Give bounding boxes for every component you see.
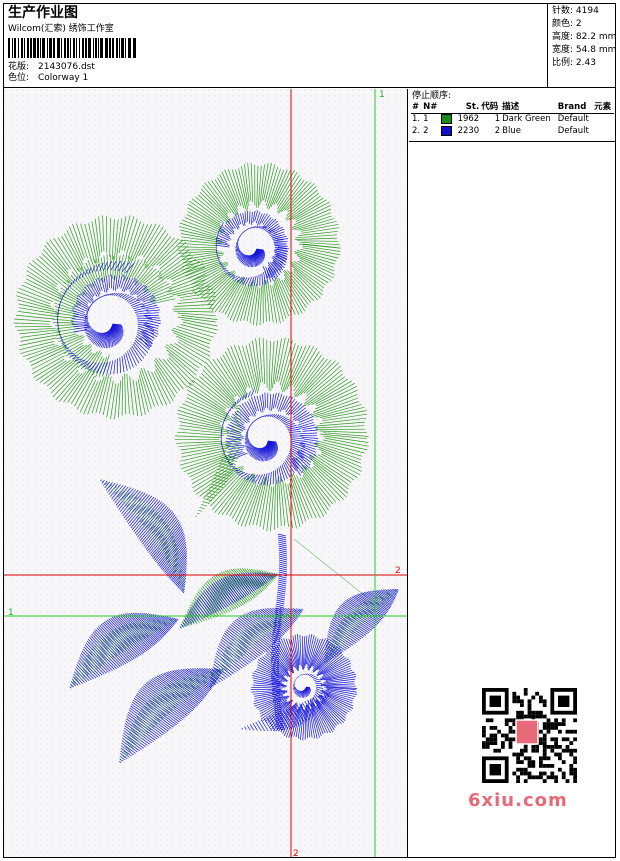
color-swatch <box>440 125 452 136</box>
col-header: N# <box>422 102 440 114</box>
row-swatch-cell <box>440 125 454 138</box>
stat-stitches-value: 4194 <box>575 6 599 16</box>
colorway-label: 色位: <box>8 73 30 83</box>
col-header <box>439 102 455 114</box>
stat-width-value: 54.8 mm <box>575 45 617 55</box>
row-stitches: 1962 <box>457 114 480 125</box>
stat-height-label: 高度: <box>552 32 574 42</box>
row-index: 2. <box>412 125 421 136</box>
design-line: 花版: 2143076.dst <box>8 62 140 73</box>
stat-colors: 颜色: 2 <box>552 18 616 31</box>
stat-colors-value: 2 <box>575 19 582 29</box>
qr-code <box>478 684 578 784</box>
color-swatch <box>440 114 452 124</box>
table-row: 1. 1 1962 1 Dark Green Default <box>411 114 614 126</box>
stat-stitches-label: 针数: <box>552 6 574 16</box>
design-canvas: 1 1 2 2 <box>4 89 408 857</box>
colorway-value: Colorway 1 <box>38 73 89 83</box>
row-brand: Default <box>557 125 589 136</box>
stat-height: 高度: 82.2 mm <box>552 31 616 44</box>
header-info: 生产作业图 Wilcom(汇索) 绣饰工作室 花版: 2143076.dst 色位… <box>8 5 140 84</box>
studio-name: Wilcom(汇索) 绣饰工作室 <box>8 24 114 34</box>
colorway-line: 色位: Colorway 1 <box>8 73 140 84</box>
row-code: 2 <box>494 125 501 136</box>
row-index: 1. <box>412 114 421 125</box>
stop-sequence-title: 停止顺序: <box>412 91 452 101</box>
row-brand: Default <box>557 114 589 125</box>
row-stitches: 2230 <box>457 125 480 136</box>
stop-sequence-panel: 停止顺序: # N# St. 代码 描述 Brand 元素 1. 1 1962 … <box>409 89 615 142</box>
row-swatch-cell <box>440 114 454 126</box>
row-description: Blue <box>502 125 521 136</box>
col-header: 代码 <box>480 102 502 114</box>
col-header: 描述 <box>501 102 557 114</box>
col-header: St. <box>454 102 481 114</box>
stat-scale-label: 比例: <box>552 58 574 68</box>
row-element <box>593 126 614 138</box>
table-row: 2. 2 2230 2 Blue Default <box>411 125 614 138</box>
col-header: 元素 <box>593 102 614 114</box>
stop-sequence-table: # N# St. 代码 描述 Brand 元素 1. 1 1962 1 Dark… <box>411 102 614 137</box>
stat-width-label: 宽度: <box>552 45 574 55</box>
stat-scale: 比例: 2.43 <box>552 57 616 70</box>
stats-panel: 针数: 4194 颜色: 2 高度: 82.2 mm 宽度: 54.8 mm 比… <box>547 3 616 87</box>
stat-width: 宽度: 54.8 mm <box>552 44 616 57</box>
green-guide-label-top: 1 <box>379 90 385 100</box>
stat-stitches: 针数: 4194 <box>552 5 616 18</box>
embroidery-preview: 1 1 2 2 <box>4 89 407 857</box>
design-value: 2143076.dst <box>38 62 95 72</box>
red-guide-label-bottom: 2 <box>293 849 299 857</box>
row-number: 2 <box>423 125 429 136</box>
row-description: Dark Green <box>502 114 551 125</box>
red-guide-label-right: 2 <box>395 566 401 576</box>
col-header: Brand <box>556 102 594 114</box>
stat-scale-value: 2.43 <box>575 58 596 68</box>
col-header: # <box>411 102 423 114</box>
watermark-text: 6xiu.com <box>468 790 568 811</box>
row-element <box>593 114 614 126</box>
barcode <box>8 38 136 58</box>
stat-height-value: 82.2 mm <box>575 32 617 42</box>
production-sheet: 生产作业图 Wilcom(汇索) 绣饰工作室 花版: 2143076.dst 色位… <box>0 0 620 861</box>
green-guide-label-left: 1 <box>8 608 14 618</box>
sheet-header: 生产作业图 Wilcom(汇索) 绣饰工作室 花版: 2143076.dst 色位… <box>3 3 616 88</box>
row-code: 1 <box>494 114 501 125</box>
stat-colors-label: 颜色: <box>552 19 574 29</box>
page-title: 生产作业图 <box>8 5 78 21</box>
row-number: 1 <box>423 114 429 125</box>
design-label: 花版: <box>8 62 30 72</box>
